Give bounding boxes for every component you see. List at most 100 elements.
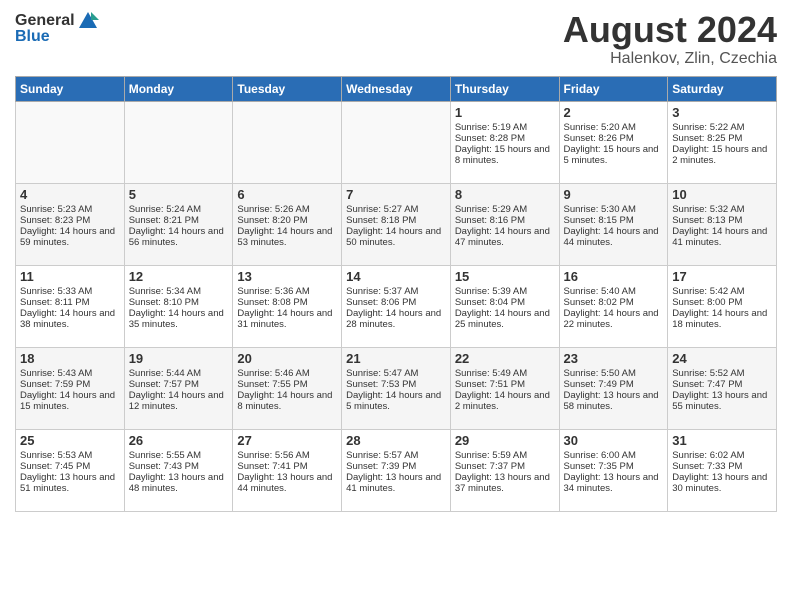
sunset-text: Sunset: 7:57 PM: [129, 379, 229, 390]
sunrise-text: Sunrise: 5:44 AM: [129, 368, 229, 379]
daylight-text: Daylight: 15 hours and 8 minutes.: [455, 144, 555, 166]
daylight-text: Daylight: 15 hours and 5 minutes.: [564, 144, 664, 166]
daylight-text: Daylight: 14 hours and 18 minutes.: [672, 308, 772, 330]
sunset-text: Sunset: 8:28 PM: [455, 133, 555, 144]
daylight-text: Daylight: 13 hours and 41 minutes.: [346, 472, 446, 494]
day-number: 5: [129, 187, 229, 202]
sunrise-text: Sunrise: 5:22 AM: [672, 122, 772, 133]
sunrise-text: Sunrise: 5:32 AM: [672, 204, 772, 215]
calendar-cell: 22Sunrise: 5:49 AMSunset: 7:51 PMDayligh…: [450, 347, 559, 429]
sunset-text: Sunset: 7:43 PM: [129, 461, 229, 472]
day-number: 23: [564, 351, 664, 366]
sunrise-text: Sunrise: 5:43 AM: [20, 368, 120, 379]
daylight-text: Daylight: 13 hours and 34 minutes.: [564, 472, 664, 494]
daylight-text: Daylight: 14 hours and 59 minutes.: [20, 226, 120, 248]
day-number: 26: [129, 433, 229, 448]
calendar-week-row-2: 4Sunrise: 5:23 AMSunset: 8:23 PMDaylight…: [16, 183, 777, 265]
month-year-title: August 2024: [563, 10, 777, 50]
sunset-text: Sunset: 8:11 PM: [20, 297, 120, 308]
logo-blue-text: Blue: [15, 28, 50, 46]
day-number: 6: [237, 187, 337, 202]
header-saturday: Saturday: [668, 76, 777, 101]
header-monday: Monday: [124, 76, 233, 101]
sunset-text: Sunset: 8:16 PM: [455, 215, 555, 226]
sunrise-text: Sunrise: 5:29 AM: [455, 204, 555, 215]
sunrise-text: Sunrise: 5:26 AM: [237, 204, 337, 215]
day-number: 11: [20, 269, 120, 284]
calendar-cell: 5Sunrise: 5:24 AMSunset: 8:21 PMDaylight…: [124, 183, 233, 265]
day-number: 30: [564, 433, 664, 448]
calendar-week-row-3: 11Sunrise: 5:33 AMSunset: 8:11 PMDayligh…: [16, 265, 777, 347]
day-number: 14: [346, 269, 446, 284]
sunrise-text: Sunrise: 5:52 AM: [672, 368, 772, 379]
daylight-text: Daylight: 13 hours and 37 minutes.: [455, 472, 555, 494]
day-number: 10: [672, 187, 772, 202]
sunset-text: Sunset: 7:35 PM: [564, 461, 664, 472]
sunset-text: Sunset: 8:23 PM: [20, 215, 120, 226]
calendar-cell: [16, 101, 125, 183]
calendar-cell: 1Sunrise: 5:19 AMSunset: 8:28 PMDaylight…: [450, 101, 559, 183]
sunrise-text: Sunrise: 5:47 AM: [346, 368, 446, 379]
calendar-cell: 23Sunrise: 5:50 AMSunset: 7:49 PMDayligh…: [559, 347, 668, 429]
calendar-table: Sunday Monday Tuesday Wednesday Thursday…: [15, 76, 777, 512]
sunset-text: Sunset: 7:45 PM: [20, 461, 120, 472]
sunrise-text: Sunrise: 5:37 AM: [346, 286, 446, 297]
day-number: 12: [129, 269, 229, 284]
calendar-header-row: Sunday Monday Tuesday Wednesday Thursday…: [16, 76, 777, 101]
daylight-text: Daylight: 14 hours and 38 minutes.: [20, 308, 120, 330]
daylight-text: Daylight: 13 hours and 44 minutes.: [237, 472, 337, 494]
sunset-text: Sunset: 8:20 PM: [237, 215, 337, 226]
day-number: 7: [346, 187, 446, 202]
daylight-text: Daylight: 14 hours and 47 minutes.: [455, 226, 555, 248]
sunset-text: Sunset: 8:06 PM: [346, 297, 446, 308]
day-number: 31: [672, 433, 772, 448]
calendar-cell: 26Sunrise: 5:55 AMSunset: 7:43 PMDayligh…: [124, 429, 233, 511]
sunset-text: Sunset: 7:51 PM: [455, 379, 555, 390]
calendar-cell: 4Sunrise: 5:23 AMSunset: 8:23 PMDaylight…: [16, 183, 125, 265]
day-number: 21: [346, 351, 446, 366]
calendar-cell: 10Sunrise: 5:32 AMSunset: 8:13 PMDayligh…: [668, 183, 777, 265]
calendar-cell: 20Sunrise: 5:46 AMSunset: 7:55 PMDayligh…: [233, 347, 342, 429]
day-number: 17: [672, 269, 772, 284]
header-thursday: Thursday: [450, 76, 559, 101]
daylight-text: Daylight: 14 hours and 56 minutes.: [129, 226, 229, 248]
daylight-text: Daylight: 13 hours and 55 minutes.: [672, 390, 772, 412]
calendar-cell: 9Sunrise: 5:30 AMSunset: 8:15 PMDaylight…: [559, 183, 668, 265]
daylight-text: Daylight: 14 hours and 28 minutes.: [346, 308, 446, 330]
sunrise-text: Sunrise: 5:49 AM: [455, 368, 555, 379]
day-number: 25: [20, 433, 120, 448]
calendar-cell: 30Sunrise: 6:00 AMSunset: 7:35 PMDayligh…: [559, 429, 668, 511]
sunrise-text: Sunrise: 5:42 AM: [672, 286, 772, 297]
sunset-text: Sunset: 8:13 PM: [672, 215, 772, 226]
day-number: 2: [564, 105, 664, 120]
calendar-week-row-4: 18Sunrise: 5:43 AMSunset: 7:59 PMDayligh…: [16, 347, 777, 429]
daylight-text: Daylight: 14 hours and 50 minutes.: [346, 226, 446, 248]
daylight-text: Daylight: 13 hours and 30 minutes.: [672, 472, 772, 494]
sunset-text: Sunset: 7:39 PM: [346, 461, 446, 472]
calendar-cell: 7Sunrise: 5:27 AMSunset: 8:18 PMDaylight…: [342, 183, 451, 265]
sunset-text: Sunset: 7:59 PM: [20, 379, 120, 390]
sunset-text: Sunset: 8:08 PM: [237, 297, 337, 308]
sunrise-text: Sunrise: 5:55 AM: [129, 450, 229, 461]
page-container: General Blue August 2024 Halenkov, Zlin,…: [0, 0, 792, 522]
sunrise-text: Sunrise: 5:20 AM: [564, 122, 664, 133]
calendar-cell: 24Sunrise: 5:52 AMSunset: 7:47 PMDayligh…: [668, 347, 777, 429]
sunrise-text: Sunrise: 5:36 AM: [237, 286, 337, 297]
day-number: 15: [455, 269, 555, 284]
calendar-week-row-1: 1Sunrise: 5:19 AMSunset: 8:28 PMDaylight…: [16, 101, 777, 183]
header-sunday: Sunday: [16, 76, 125, 101]
daylight-text: Daylight: 14 hours and 5 minutes.: [346, 390, 446, 412]
daylight-text: Daylight: 14 hours and 35 minutes.: [129, 308, 229, 330]
day-number: 4: [20, 187, 120, 202]
sunset-text: Sunset: 8:04 PM: [455, 297, 555, 308]
header: General Blue August 2024 Halenkov, Zlin,…: [15, 10, 777, 68]
daylight-text: Daylight: 14 hours and 8 minutes.: [237, 390, 337, 412]
day-number: 27: [237, 433, 337, 448]
calendar-week-row-5: 25Sunrise: 5:53 AMSunset: 7:45 PMDayligh…: [16, 429, 777, 511]
daylight-text: Daylight: 13 hours and 51 minutes.: [20, 472, 120, 494]
sunset-text: Sunset: 7:55 PM: [237, 379, 337, 390]
daylight-text: Daylight: 14 hours and 44 minutes.: [564, 226, 664, 248]
calendar-cell: 8Sunrise: 5:29 AMSunset: 8:16 PMDaylight…: [450, 183, 559, 265]
sunset-text: Sunset: 8:02 PM: [564, 297, 664, 308]
daylight-text: Daylight: 14 hours and 25 minutes.: [455, 308, 555, 330]
